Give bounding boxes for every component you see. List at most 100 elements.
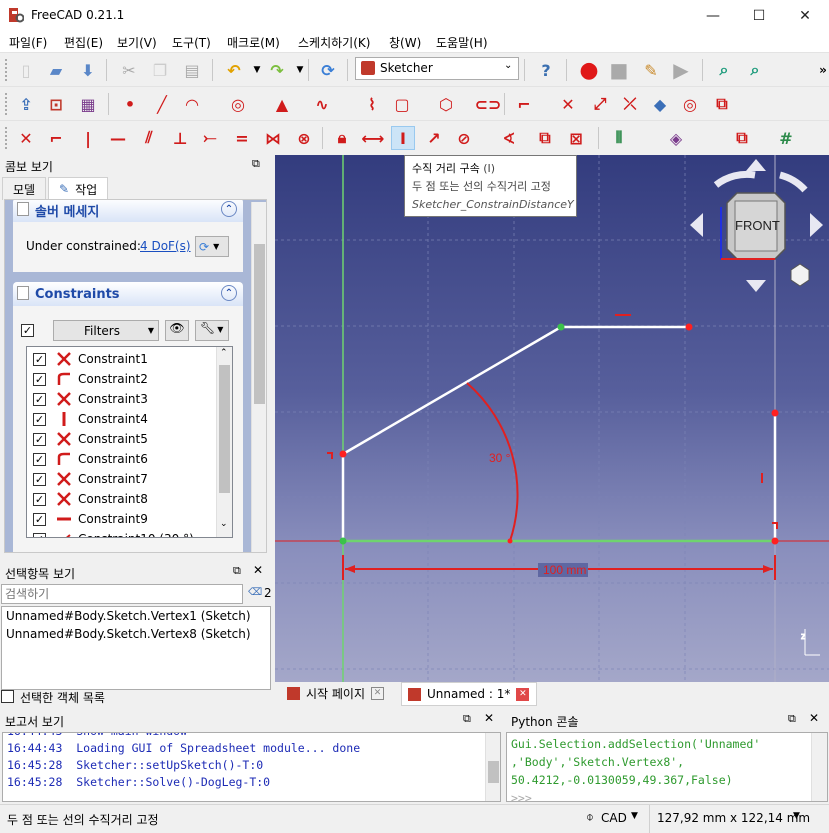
redo-icon[interactable]: ↷ bbox=[265, 58, 289, 82]
circle-icon[interactable]: ◎ bbox=[226, 92, 250, 116]
solver-panel-header[interactable]: 솔버 메세지 ⌃ bbox=[13, 200, 243, 222]
constraint-row[interactable]: ✓ Constraint1 bbox=[27, 349, 217, 369]
constrain-coincident-icon[interactable]: ✕ bbox=[14, 126, 38, 150]
constraints-panel-header[interactable]: Constraints ⌃ bbox=[13, 282, 243, 306]
constrain-perpendicular-icon[interactable]: ⊥ bbox=[168, 126, 192, 150]
list-item[interactable]: Unnamed#Body.Sketch.Vertex1 (Sketch) bbox=[6, 609, 251, 623]
python-scrollbar[interactable] bbox=[811, 733, 827, 801]
leave-sketch-icon[interactable]: ⇪ bbox=[14, 92, 38, 116]
navigation-style[interactable]: CAD bbox=[601, 811, 627, 825]
trim-icon[interactable]: ✕ bbox=[556, 92, 580, 116]
bspline-icon[interactable]: ∿ bbox=[310, 92, 334, 116]
visibility-icon[interactable]: 👁︎ bbox=[165, 320, 189, 341]
constraint-checkbox[interactable]: ✓ bbox=[33, 492, 46, 506]
angle-dimension-label[interactable]: 30 ° bbox=[489, 451, 511, 465]
menu-view[interactable]: 보기(V) bbox=[117, 34, 157, 51]
float-icon[interactable]: ⧉ bbox=[233, 564, 241, 578]
toggle-driving-icon[interactable]: ⧉ bbox=[533, 126, 557, 150]
save-icon[interactable]: ⬇ bbox=[76, 58, 100, 82]
external-geometry-icon[interactable]: ◆ bbox=[648, 92, 672, 116]
constrain-symmetric-icon[interactable]: ⋈ bbox=[261, 126, 285, 150]
dof-link[interactable]: 4 DoF(s) bbox=[140, 239, 191, 253]
console-prompt[interactable]: >>> bbox=[511, 789, 760, 801]
constraint-checkbox[interactable]: ✓ bbox=[33, 532, 46, 537]
constrain-horizontal-icon[interactable]: — bbox=[106, 126, 130, 150]
grid-icon[interactable]: # bbox=[774, 126, 798, 150]
constrain-point-on-object-icon[interactable]: ⌐ bbox=[44, 126, 68, 150]
constrain-tangent-icon[interactable]: ⤚ bbox=[198, 126, 222, 150]
line-icon[interactable]: ╱ bbox=[150, 92, 174, 116]
view-sketch-icon[interactable]: ⊡ bbox=[44, 92, 68, 116]
list-item[interactable]: Unnamed#Body.Sketch.Vertex8 (Sketch) bbox=[6, 627, 251, 641]
new-document-icon[interactable]: ▯ bbox=[14, 58, 38, 82]
workbench-selector[interactable]: Sketcher ⌄ bbox=[355, 57, 519, 80]
float-icon[interactable]: ⧉ bbox=[463, 712, 471, 726]
menu-macro[interactable]: 매크로(M) bbox=[227, 34, 280, 51]
run-macro-icon[interactable]: ▶ bbox=[669, 58, 693, 82]
float-icon[interactable]: ⧉ bbox=[788, 712, 796, 726]
select-all-checkbox[interactable]: ✓ bbox=[21, 324, 34, 337]
sketcher-tools-icon[interactable]: ⫴ bbox=[607, 126, 631, 150]
fillet-icon[interactable]: ⌐ bbox=[512, 92, 536, 116]
menu-window[interactable]: 창(W) bbox=[389, 34, 421, 51]
float-icon[interactable]: ⧉ bbox=[252, 157, 260, 171]
python-output[interactable]: Gui.Selection.addSelection('Unnamed' ,'B… bbox=[506, 732, 828, 802]
close-icon[interactable]: ✕ bbox=[516, 687, 530, 701]
constraint-checkbox[interactable]: ✓ bbox=[33, 432, 46, 446]
constraint-row[interactable]: ✓ Constraint2 bbox=[27, 369, 217, 389]
constrain-horizontal-distance-icon[interactable]: ⟷ bbox=[361, 126, 385, 150]
tab-start-page[interactable]: 시작 페이지 ✕ bbox=[281, 682, 395, 704]
constrain-vertical-distance-icon[interactable]: I bbox=[391, 126, 415, 150]
constraint-row[interactable]: ✓ Constraint3 bbox=[27, 389, 217, 409]
constraint-row[interactable]: ✓ Constraint7 bbox=[27, 469, 217, 489]
clear-search-icon[interactable]: ⌫ bbox=[248, 587, 262, 598]
filters-dropdown[interactable]: Filters ▼ bbox=[53, 320, 159, 341]
undo-icon[interactable]: ↶ bbox=[222, 58, 246, 82]
tab-tasks[interactable]: ✎ 작업 bbox=[48, 177, 109, 200]
menu-edit[interactable]: 편집(E) bbox=[64, 34, 103, 51]
menu-sketch[interactable]: 스케치하기(K) bbox=[298, 34, 370, 51]
constrain-radius-icon[interactable]: ⊘ bbox=[452, 126, 476, 150]
bspline-tools-icon[interactable]: ◈ bbox=[664, 126, 688, 150]
task-panel-scrollbar[interactable] bbox=[251, 202, 266, 552]
edit-macro-icon[interactable]: ✎ bbox=[639, 58, 663, 82]
polygon-icon[interactable]: ⬡ bbox=[434, 92, 458, 116]
report-scrollbar[interactable] bbox=[485, 733, 500, 801]
open-folder-icon[interactable]: ▰ bbox=[44, 58, 68, 82]
stop-macro-icon[interactable]: ■ bbox=[607, 58, 631, 82]
tab-model[interactable]: 모델 bbox=[2, 177, 47, 200]
constrain-parallel-icon[interactable]: ⫽ bbox=[137, 126, 161, 150]
cut-icon[interactable]: ✂ bbox=[117, 58, 141, 82]
constraint-row[interactable]: ✓ Constraint6 bbox=[27, 449, 217, 469]
constraint-row[interactable]: ✓ Constraint9 bbox=[27, 509, 217, 529]
navigation-cube[interactable]: FRONT bbox=[690, 159, 823, 292]
collapse-icon[interactable]: ⌃ bbox=[221, 201, 237, 217]
sketch-line[interactable] bbox=[342, 325, 562, 456]
paste-icon[interactable]: ▤ bbox=[180, 58, 204, 82]
close-icon[interactable]: ✕ bbox=[253, 563, 263, 577]
close-button[interactable]: ✕ bbox=[782, 0, 828, 31]
close-icon[interactable]: ✕ bbox=[809, 711, 819, 725]
collapse-icon[interactable]: ⌃ bbox=[221, 285, 237, 301]
constrain-vertical-icon[interactable]: | bbox=[76, 126, 100, 150]
close-icon[interactable]: ✕ bbox=[371, 686, 385, 700]
constraint-list-scrollbar[interactable]: ⌃ ⌄ bbox=[216, 347, 232, 537]
constraint-checkbox[interactable]: ✓ bbox=[33, 452, 46, 466]
recompute-button[interactable]: ⟳ ▼ bbox=[195, 236, 229, 257]
picked-list-checkbox[interactable] bbox=[1, 690, 14, 703]
sketch-canvas[interactable]: 100 mm 30 ° FRONT z bbox=[275, 155, 829, 682]
constraint-checkbox[interactable]: ✓ bbox=[33, 392, 46, 406]
construction-mode-icon[interactable]: ⧉ bbox=[710, 92, 734, 116]
toggle-active-icon[interactable]: ⊠ bbox=[564, 126, 588, 150]
copy-icon[interactable]: ❐ bbox=[148, 58, 172, 82]
minimize-button[interactable]: — bbox=[690, 0, 736, 31]
constraint-row[interactable]: ✓ Constraint5 bbox=[27, 429, 217, 449]
constrain-distance-icon[interactable]: ↗ bbox=[422, 126, 446, 150]
view-section-icon[interactable]: ▦ bbox=[76, 92, 100, 116]
constrain-block-icon[interactable]: ⊗ bbox=[292, 126, 316, 150]
rectangle-icon[interactable]: ▢ bbox=[390, 92, 414, 116]
slot-icon[interactable]: ⊂⊃ bbox=[475, 92, 502, 116]
point-icon[interactable]: • bbox=[118, 92, 142, 116]
constrain-angle-icon[interactable]: ∢ bbox=[497, 126, 521, 150]
close-icon[interactable]: ✕ bbox=[484, 711, 494, 725]
